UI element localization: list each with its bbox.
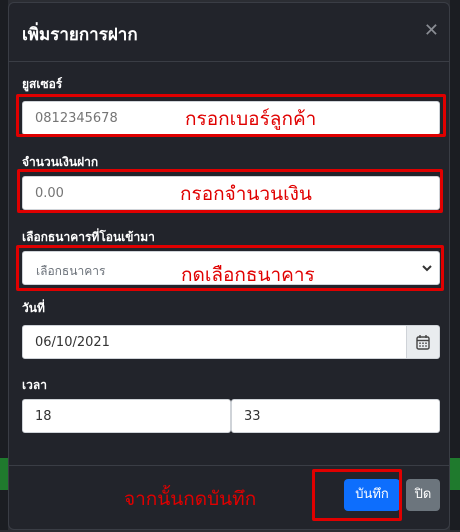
modal-footer: จากนั้นกดบันทึก บันทึก ปิด	[9, 465, 449, 532]
time-minute-input[interactable]	[231, 399, 440, 433]
close-icon[interactable]: ✕	[424, 20, 439, 41]
calendar-icon	[416, 334, 430, 354]
amount-annotation: กรอกจำนวนเงิน	[180, 183, 312, 205]
time-hour-input[interactable]	[22, 399, 231, 433]
user-annotation: กรอกเบอร์ลูกค้า	[185, 108, 317, 130]
background-green-bar-left	[0, 458, 8, 490]
background-panel-right	[450, 0, 460, 530]
save-highlight-box	[312, 469, 402, 521]
save-annotation: จากนั้นกดบันทึก	[124, 488, 257, 510]
background-green-bar-right	[450, 458, 460, 490]
time-label: เวลา	[22, 378, 47, 392]
date-label: วันที่	[22, 301, 45, 315]
modal-header: เพิ่มรายการฝาก ✕	[9, 3, 449, 62]
calendar-button[interactable]	[406, 325, 440, 359]
modal-title: เพิ่มรายการฝาก	[22, 25, 138, 45]
user-label: ยูสเซอร์	[22, 77, 63, 91]
close-button[interactable]: ปิด	[406, 479, 440, 511]
bank-annotation: กดเลือกธนาคาร	[181, 264, 315, 286]
background-panel-left	[0, 0, 8, 530]
add-deposit-modal: เพิ่มรายการฝาก ✕ ยูสเซอร์ กรอกเบอร์ลูกค้…	[8, 2, 450, 530]
date-input[interactable]	[22, 325, 407, 359]
